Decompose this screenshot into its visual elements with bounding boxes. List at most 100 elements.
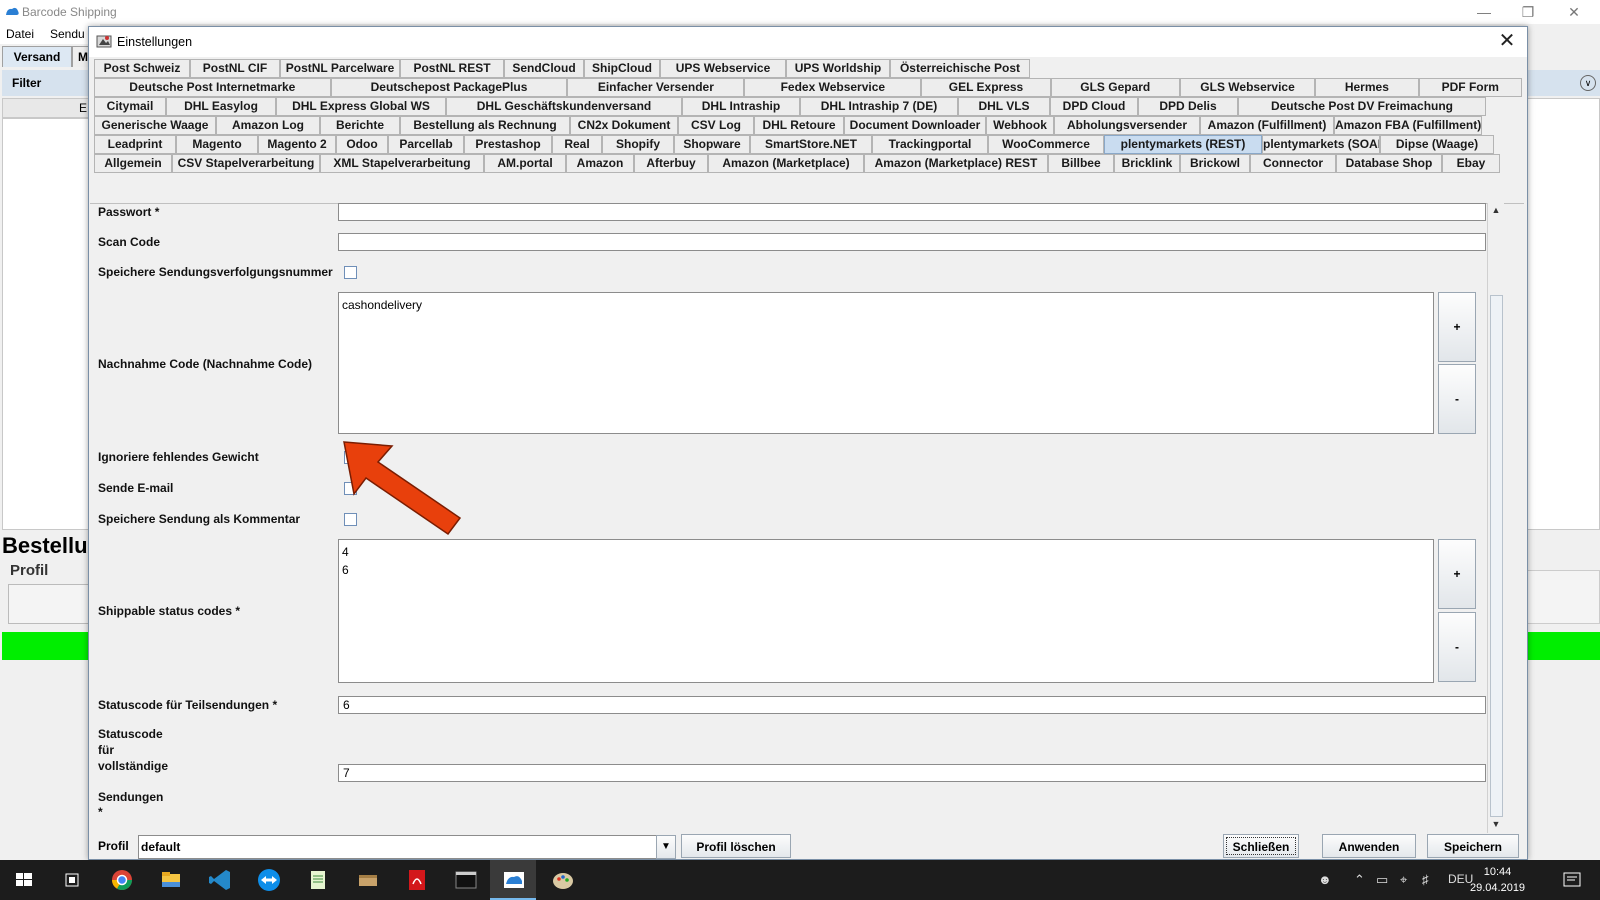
chevron-up-icon[interactable]: ⌃	[1354, 872, 1365, 888]
tab-cn2x-dokument[interactable]: CN2x Dokument	[570, 116, 678, 135]
tab-magento[interactable]: Magento	[176, 135, 258, 154]
tab-shopware[interactable]: Shopware	[674, 135, 750, 154]
tab-csv-log[interactable]: CSV Log	[678, 116, 754, 135]
tab-amazon-fulfillment[interactable]: Amazon (Fulfillment)	[1200, 116, 1334, 135]
pdf-icon[interactable]	[403, 866, 431, 894]
speichern-button[interactable]: Speichern	[1427, 834, 1519, 858]
passwort-field[interactable]	[338, 203, 1486, 221]
tab-ebay[interactable]: Ebay	[1442, 154, 1500, 173]
paint-icon[interactable]	[549, 866, 577, 894]
tab-dpd-cloud[interactable]: DPD Cloud	[1050, 97, 1138, 116]
tab-versand[interactable]: Versand	[2, 46, 72, 67]
tab-dpd-delis[interactable]: DPD Delis	[1138, 97, 1238, 116]
profil-box[interactable]	[8, 584, 92, 624]
tab-fedex-webservice[interactable]: Fedex Webservice	[744, 78, 922, 97]
tab-dhl-intraship[interactable]: DHL Intraship	[682, 97, 800, 116]
tab-sendcloud[interactable]: SendCloud	[504, 59, 584, 78]
tab-brickowl[interactable]: Brickowl	[1180, 154, 1250, 173]
tab-connector[interactable]: Connector	[1250, 154, 1336, 173]
tab-citymail[interactable]: Citymail	[94, 97, 166, 116]
order-grid[interactable]	[2, 118, 92, 530]
tab-shopify[interactable]: Shopify	[602, 135, 674, 154]
tab-dipse-waage[interactable]: Dipse (Waage)	[1380, 135, 1494, 154]
tab-deutschepost-packageplus[interactable]: Deutschepost PackagePlus	[330, 78, 568, 97]
close-icon[interactable]: ✕	[1552, 2, 1596, 22]
tab-österreichische-post[interactable]: Österreichische Post	[890, 59, 1030, 78]
tab-gls-gepard[interactable]: GLS Gepard	[1050, 78, 1180, 97]
tab-prestashop[interactable]: Prestashop	[464, 135, 552, 154]
tab-amazon-fba-fulfillment[interactable]: Amazon FBA (Fulfillment)	[1334, 116, 1482, 135]
scancode-field[interactable]	[338, 233, 1486, 251]
task-view-icon[interactable]	[58, 866, 86, 894]
tab-database-shop[interactable]: Database Shop	[1336, 154, 1442, 173]
nachnahme-remove-button[interactable]: -	[1438, 364, 1476, 434]
tab-magento-2[interactable]: Magento 2	[258, 135, 336, 154]
package-icon[interactable]	[354, 866, 382, 894]
shippable-remove-button[interactable]: -	[1438, 612, 1476, 682]
tab-shipcloud[interactable]: ShipCloud	[584, 59, 660, 78]
vscode-icon[interactable]	[206, 866, 234, 894]
tab-dhl-easylog[interactable]: DHL Easylog	[166, 97, 276, 116]
chevron-down-icon[interactable]: ∨	[1580, 75, 1596, 91]
tab-odoo[interactable]: Odoo	[336, 135, 388, 154]
people-icon[interactable]: ☻	[1318, 872, 1332, 887]
tab-plentymarkets-rest[interactable]: plentymarkets (REST)	[1104, 135, 1262, 154]
tab-dhl-express-global-ws[interactable]: DHL Express Global WS	[276, 97, 446, 116]
profil-loeschen-button[interactable]: Profil löschen	[681, 834, 791, 858]
tab-xml-stapelverarbeitung[interactable]: XML Stapelverarbeitung	[320, 154, 484, 173]
tab-amazon-log[interactable]: Amazon Log	[216, 116, 320, 135]
tab-afterbuy[interactable]: Afterbuy	[634, 154, 708, 173]
tab-generische-waage[interactable]: Generische Waage	[94, 116, 216, 135]
tab-trackingportal[interactable]: Trackingportal	[872, 135, 988, 154]
teilsendungen-field[interactable]: 6	[338, 696, 1486, 714]
volume-muted-icon[interactable]: ♯	[1422, 872, 1429, 887]
tab-dhl-intraship-7-de[interactable]: DHL Intraship 7 (DE)	[800, 97, 958, 116]
shippable-textarea[interactable]: 4 6	[338, 539, 1434, 683]
tab-post-schweiz[interactable]: Post Schweiz	[94, 59, 190, 78]
speichere-tracking-checkbox[interactable]	[344, 266, 357, 279]
tab-gel-express[interactable]: GEL Express	[921, 78, 1051, 97]
vertical-scrollbar[interactable]: ▲ ▼	[1487, 203, 1504, 833]
notifications-icon[interactable]	[1558, 866, 1586, 894]
tab-plentymarkets-soap[interactable]: plentymarkets (SOAP)	[1262, 135, 1380, 154]
nachnahme-add-button[interactable]: +	[1438, 292, 1476, 362]
teamviewer-icon[interactable]	[255, 866, 283, 894]
tab-postnl-parcelware[interactable]: PostNL Parcelware	[280, 59, 400, 78]
tab-dhl-retoure[interactable]: DHL Retoure	[754, 116, 844, 135]
minimize-icon[interactable]: —	[1462, 2, 1506, 22]
tab-allgemein[interactable]: Allgemein	[94, 154, 172, 173]
tab-pdf-form[interactable]: PDF Form	[1418, 78, 1522, 97]
battery-icon[interactable]: ▭	[1376, 872, 1388, 888]
tab-hermes[interactable]: Hermes	[1315, 78, 1419, 97]
filter-label[interactable]: Filter	[12, 76, 41, 90]
tab-dhl-geschäftskundenversand[interactable]: DHL Geschäftskundenversand	[446, 97, 682, 116]
tab-csv-stapelverarbeitung[interactable]: CSV Stapelverarbeitung	[172, 154, 320, 173]
tab-document-downloader[interactable]: Document Downloader	[844, 116, 986, 135]
tab-postnl-cif[interactable]: PostNL CIF	[190, 59, 280, 78]
profil-select[interactable]: default	[138, 835, 658, 859]
clock[interactable]: 10:44 29.04.2019	[1470, 864, 1525, 896]
nachnahme-textarea[interactable]: cashondelivery	[338, 292, 1434, 434]
tab-amazon-marketplace[interactable]: Amazon (Marketplace)	[708, 154, 864, 173]
shippable-add-button[interactable]: +	[1438, 539, 1476, 609]
barcode-shipping-icon[interactable]	[500, 866, 528, 894]
tab-parcellab[interactable]: Parcellab	[388, 135, 464, 154]
vollstaendige-field[interactable]: 7	[338, 764, 1486, 782]
terminal-icon[interactable]	[452, 866, 480, 894]
chevron-down-icon[interactable]: ▼	[656, 835, 676, 859]
dialog-close-icon[interactable]: ✕	[1495, 30, 1519, 54]
scroll-down-icon[interactable]: ▼	[1491, 819, 1501, 829]
notepad-icon[interactable]	[304, 866, 332, 894]
tab-postnl-rest[interactable]: PostNL REST	[400, 59, 504, 78]
scroll-up-icon[interactable]: ▲	[1491, 205, 1501, 215]
tab-am-portal[interactable]: AM.portal	[484, 154, 566, 173]
tab-leadprint[interactable]: Leadprint	[94, 135, 176, 154]
tab-woocommerce[interactable]: WooCommerce	[988, 135, 1104, 154]
menu-sendungen[interactable]: Sendu	[50, 27, 85, 41]
schliessen-button[interactable]: Schließen	[1223, 834, 1299, 858]
file-explorer-icon[interactable]	[157, 866, 185, 894]
tab-dhl-vls[interactable]: DHL VLS	[958, 97, 1050, 116]
tab-ups-webservice[interactable]: UPS Webservice	[660, 59, 786, 78]
menu-datei[interactable]: Datei	[6, 27, 34, 41]
restore-icon[interactable]: ❐	[1506, 2, 1550, 22]
